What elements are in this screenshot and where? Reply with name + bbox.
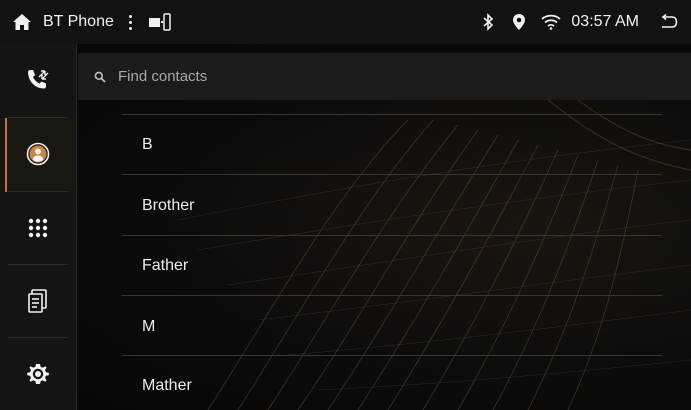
- list-section-header-b: B: [78, 115, 691, 176]
- contact-row-brother[interactable]: Brother: [78, 175, 691, 236]
- section-letter: B: [142, 136, 153, 153]
- status-bar: BT Phone 03:57 AM: [0, 0, 691, 44]
- contact-name: Mather: [142, 377, 192, 394]
- contact-row-mather[interactable]: Mather: [78, 356, 691, 410]
- call-log-icon: [28, 70, 49, 89]
- sidebar-item-phonebook-sync[interactable]: [0, 265, 76, 337]
- more-vert-icon[interactable]: [126, 14, 136, 30]
- phonebook-sync-icon: [28, 289, 47, 313]
- app-title: BT Phone: [43, 13, 114, 30]
- list-section-header-m: M: [78, 296, 691, 357]
- contacts-list: B Brother Father M Mather: [78, 100, 691, 410]
- search-input[interactable]: [116, 67, 640, 86]
- settings-icon: [27, 364, 49, 384]
- clock: 03:57 AM: [571, 13, 639, 30]
- sidebar-item-settings[interactable]: [0, 338, 76, 410]
- contact-name: Brother: [142, 197, 195, 214]
- section-letter: M: [142, 318, 156, 335]
- search-bar[interactable]: [78, 53, 691, 100]
- sidebar-item-dialpad[interactable]: [0, 192, 76, 264]
- sidebar: [0, 44, 76, 410]
- contact-row-father[interactable]: Father: [78, 236, 691, 297]
- contact-name: Father: [142, 257, 189, 274]
- phone-link-icon: [148, 12, 172, 32]
- contacts-icon: [26, 142, 50, 166]
- active-tab-indicator: [5, 118, 7, 192]
- home-icon[interactable]: [9, 9, 35, 35]
- sidebar-edge: [76, 44, 77, 410]
- bluetooth-icon: [477, 13, 499, 31]
- search-icon: [93, 70, 107, 84]
- dialpad-icon: [28, 218, 48, 238]
- sidebar-item-call-log[interactable]: [0, 44, 76, 116]
- back-icon[interactable]: [657, 14, 679, 30]
- sidebar-item-contacts[interactable]: [0, 118, 76, 190]
- location-icon: [505, 13, 533, 31]
- wifi-icon: [537, 14, 565, 30]
- bt-phone-screen: BT Phone 03:57 AM Find contacts B Brothe…: [0, 0, 691, 410]
